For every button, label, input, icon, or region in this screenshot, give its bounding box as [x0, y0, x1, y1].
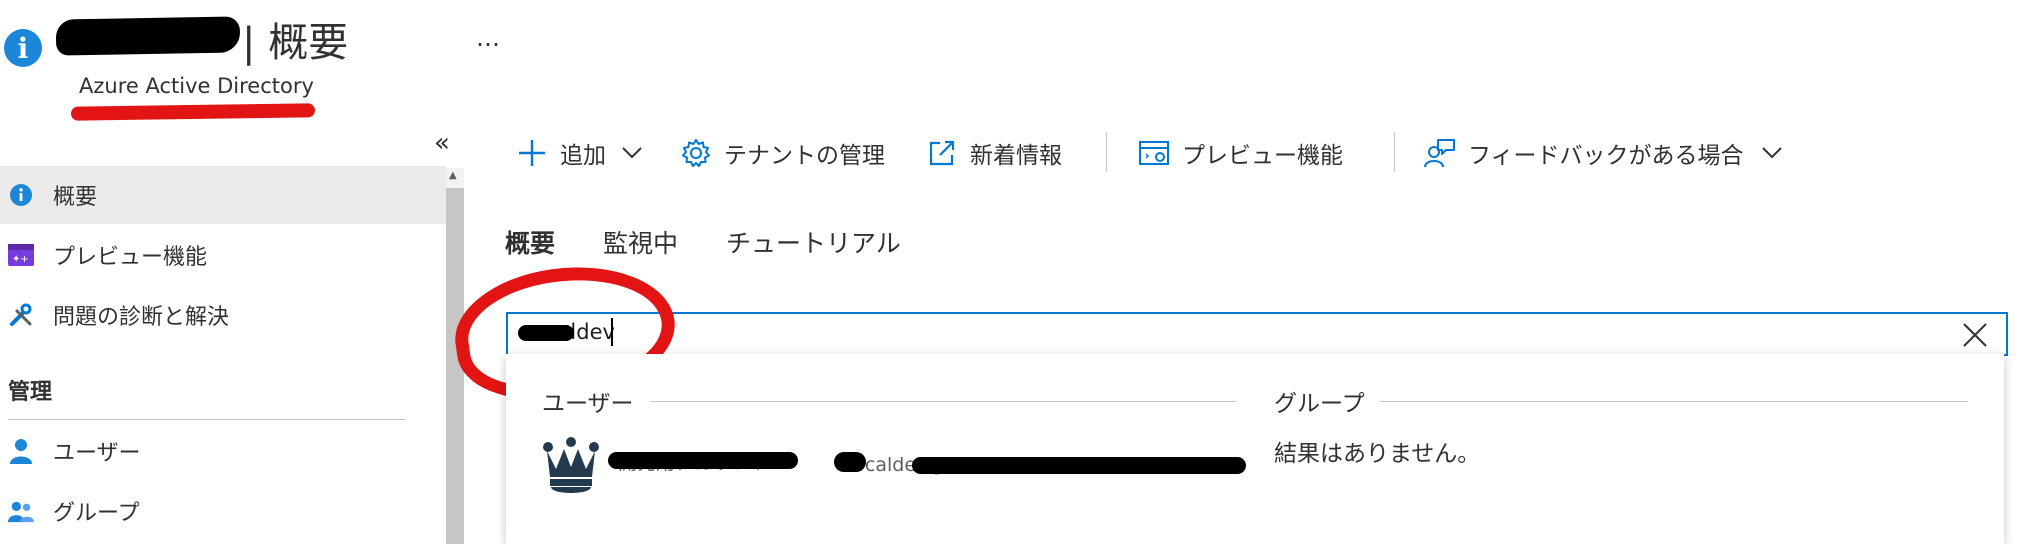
redacted-email-domain	[912, 457, 1246, 474]
manage-tenant-label: テナントの管理	[724, 143, 885, 169]
crown-avatar-icon	[542, 437, 600, 497]
feedback-label: フィードバックがある場合	[1468, 143, 1744, 169]
preview-features-label: プレビュー機能	[1182, 143, 1343, 169]
info-icon: i	[4, 29, 42, 67]
whats-new-button[interactable]: 新着情報	[926, 133, 1062, 173]
tab-tutorial[interactable]: チュートリアル	[726, 224, 901, 260]
sidebar-item-label: ユーザー	[53, 441, 141, 466]
tab-overview[interactable]: 概要	[505, 224, 555, 260]
groups-header-line	[1380, 401, 1968, 402]
feedback-person-icon	[1424, 137, 1456, 169]
sidebar-item-users[interactable]: ユーザー	[0, 422, 446, 480]
sidebar-item-groups[interactable]: グループ	[0, 482, 446, 540]
manage-tenant-button[interactable]: テナントの管理	[680, 133, 885, 173]
page-subtitle: Azure Active Directory	[79, 74, 314, 98]
wrench-icon	[8, 302, 34, 328]
toolbar-divider	[1394, 132, 1395, 172]
plus-icon	[516, 137, 548, 169]
annotation-underline	[70, 103, 316, 121]
users-header-line	[650, 401, 1236, 402]
close-icon[interactable]	[1958, 318, 1992, 352]
tab-monitoring[interactable]: 監視中	[603, 224, 678, 260]
group-icon	[8, 498, 34, 524]
sidebar-item-label: 問題の診断と解決	[53, 305, 230, 330]
redacted-tenant-name	[55, 16, 241, 56]
add-button[interactable]: 追加	[516, 133, 648, 173]
groups-group-header: グループ	[1274, 384, 1373, 418]
sidebar-divider	[8, 419, 406, 420]
chevron-down-icon	[1756, 137, 1788, 169]
page-title: | 概要	[242, 20, 349, 66]
external-link-icon	[926, 137, 958, 169]
whats-new-label: 新着情報	[970, 143, 1062, 169]
sidebar-item-label: プレビュー機能	[53, 245, 208, 270]
preview-features-icon: ✦+	[8, 242, 34, 268]
sidebar-item-overview[interactable]: 概要	[0, 166, 446, 224]
sidebar-section-manage: 管理	[8, 380, 53, 405]
info-icon	[8, 182, 34, 208]
redacted-email-prefix	[834, 452, 866, 472]
user-icon	[8, 438, 34, 464]
preview-features-button[interactable]: プレビュー機能	[1138, 133, 1343, 173]
sidebar-item-label: グループ	[53, 501, 140, 526]
more-options-button[interactable]: …	[476, 24, 502, 52]
scroll-up-arrow-icon[interactable]: ▲	[449, 170, 457, 181]
sidebar-item-label: 概要	[53, 185, 98, 210]
preview-window-icon	[1138, 137, 1170, 169]
gear-icon	[680, 137, 712, 169]
chevron-down-icon	[616, 137, 648, 169]
users-group-header: ユーザー	[542, 384, 642, 418]
sidebar-item-diagnose-solve[interactable]: 問題の診断と解決	[0, 286, 446, 344]
toolbar-divider	[1106, 132, 1107, 172]
collapse-sidebar-button[interactable]: «	[434, 128, 450, 158]
svg-text:✦+: ✦+	[12, 254, 29, 265]
feedback-button[interactable]: フィードバックがある場合	[1424, 133, 1788, 173]
add-button-label: 追加	[560, 143, 606, 169]
groups-no-results: 結果はありません。	[1274, 441, 1481, 467]
sidebar-item-preview-features[interactable]: ✦+ プレビュー機能	[0, 226, 446, 284]
search-input[interactable]	[506, 312, 2008, 356]
redacted-user-name	[608, 452, 798, 469]
